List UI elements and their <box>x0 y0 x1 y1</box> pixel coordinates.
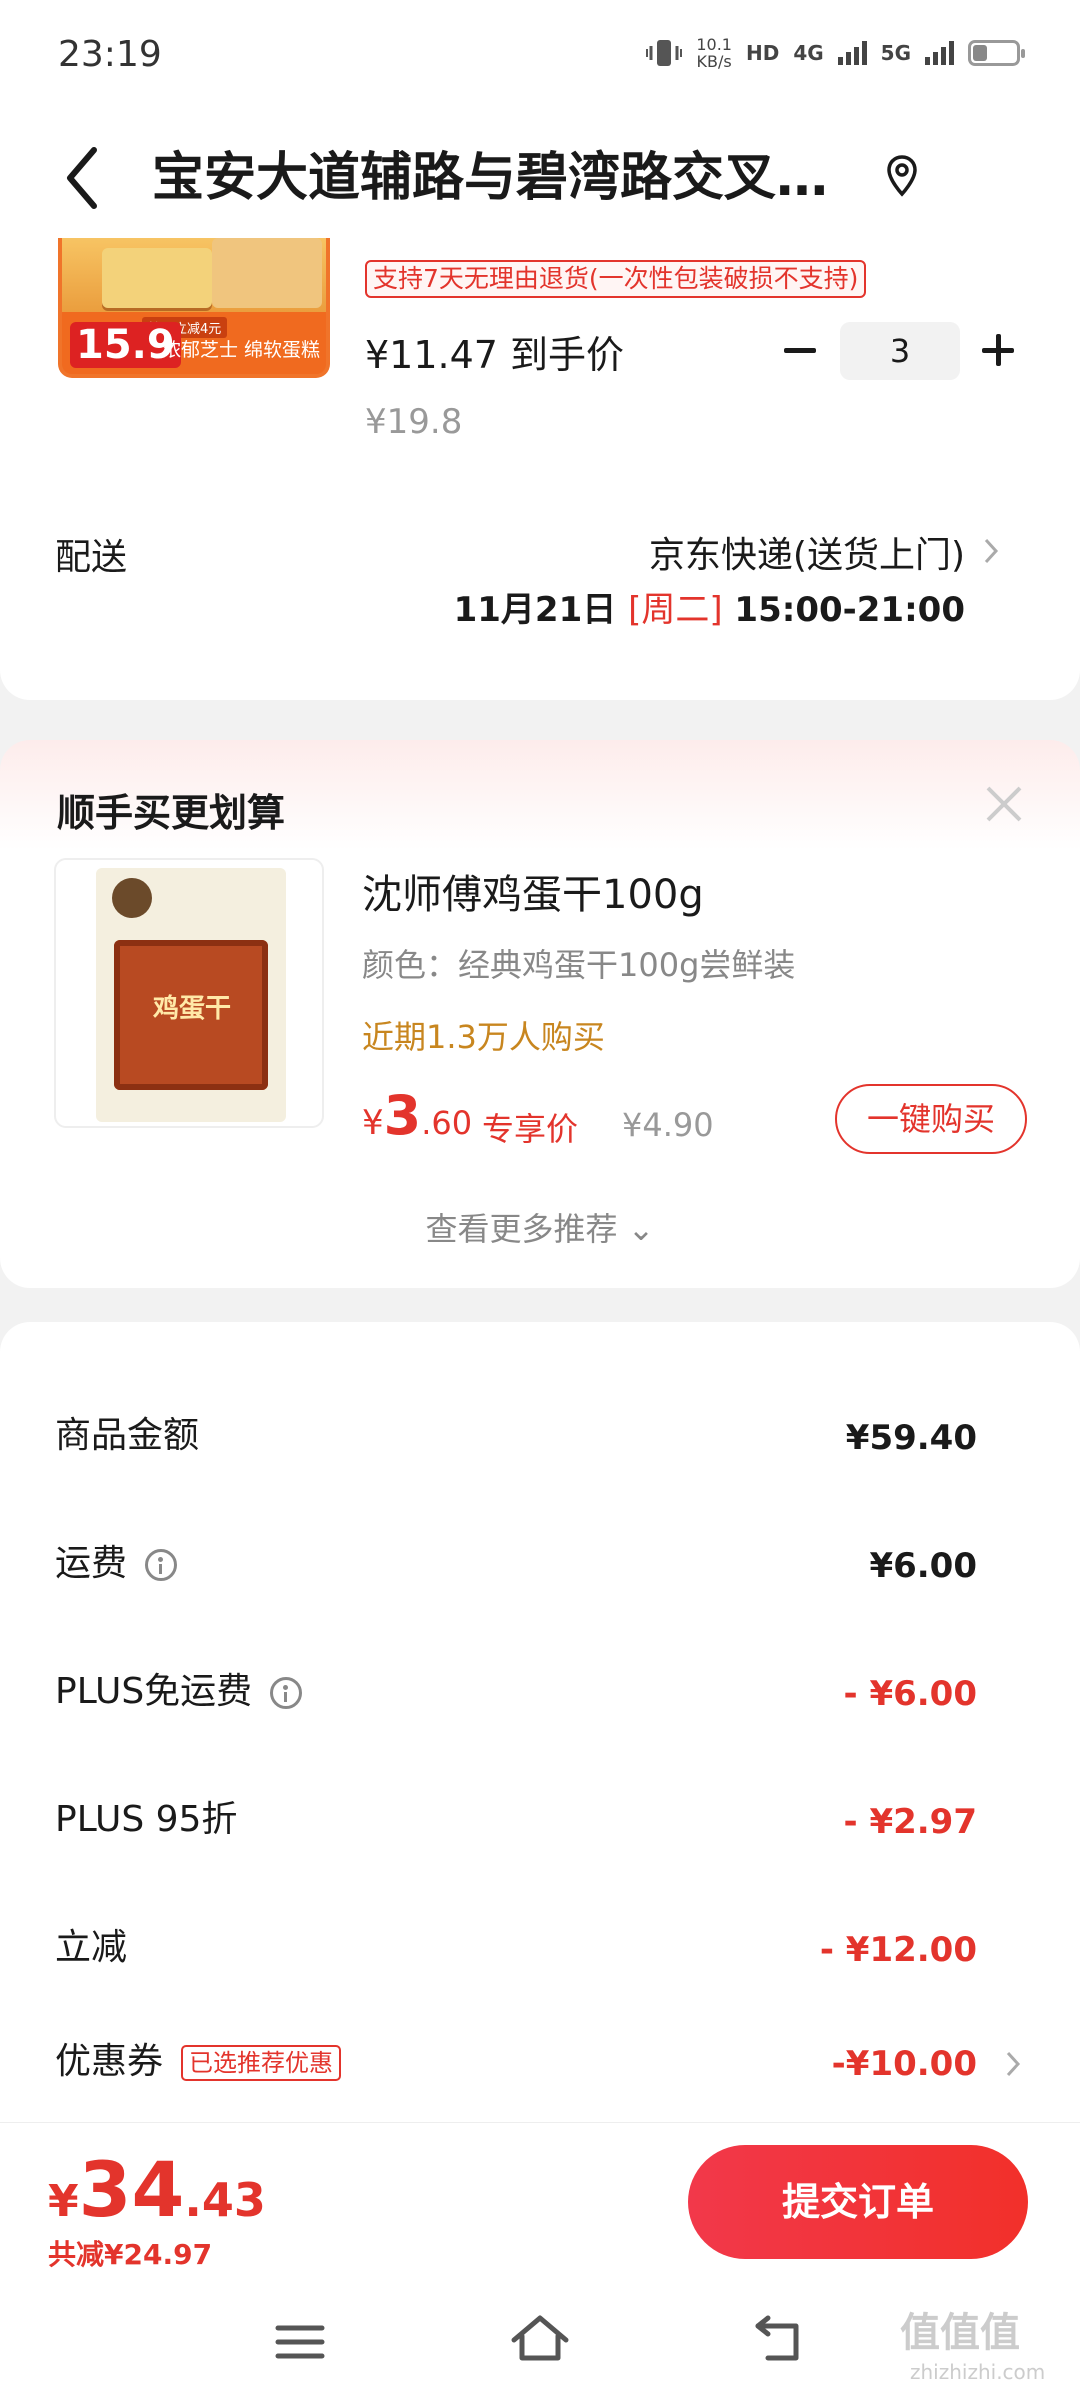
summary-value: - ¥6.00 <box>843 1674 978 1714</box>
shipping-date: 11月21日 <box>453 590 629 630</box>
shipping-chevron-right-icon[interactable] <box>982 536 1000 566</box>
total-int: 34 <box>78 2145 185 2234</box>
increase-quantity-button[interactable] <box>968 320 1030 382</box>
submit-order-button[interactable]: 提交订单 <box>688 2145 1028 2259</box>
status-bar: 23:19 10.1 KB/s HD 4G 5G <box>0 0 1080 118</box>
network-type-2: 5G <box>880 41 911 65</box>
product-image[interactable]: 拍下立减4元 15.9 浓郁芝士 绵软蛋糕 <box>58 238 330 378</box>
summary-label-text: 运费 <box>55 1543 128 1584</box>
summary-value: ¥59.40 <box>845 1418 977 1458</box>
checkout-bar: ¥34.43 共减¥24.97 提交订单 <box>0 2122 1080 2282</box>
shipping-time-slot: 15:00-21:00 <box>722 590 965 630</box>
price-summary-card: 商品金额 ¥59.40 运费 ¥6.00 PLUS免运费 - ¥6.00 PLU… <box>0 1322 1080 2122</box>
header: 宝安大道辅路与碧湾路交叉… <box>0 118 1080 238</box>
summary-label: 运费 <box>55 1536 178 1592</box>
total-currency: ¥ <box>48 2176 79 2227</box>
one-click-buy-button[interactable]: 一键购买 <box>835 1084 1027 1154</box>
network-type-1: 4G <box>793 41 824 65</box>
original-price: ¥19.8 <box>365 402 463 442</box>
decrease-quantity-button[interactable] <box>770 320 832 382</box>
coupon-chevron-right-icon[interactable] <box>1004 2049 1022 2079</box>
product-image-pastry <box>212 238 322 308</box>
brand-portrait <box>112 878 152 918</box>
address-title[interactable]: 宝安大道辅路与碧湾路交叉… <box>152 142 872 214</box>
summary-label: 立减 <box>55 1927 128 1968</box>
summary-label: PLUS 95折 <box>55 1799 238 1840</box>
back-icon[interactable] <box>748 2306 812 2370</box>
total-saved: 共减¥24.97 <box>48 2238 213 2271</box>
summary-value: -¥10.00 <box>831 2044 977 2084</box>
info-icon[interactable] <box>145 1549 178 1581</box>
summary-value: - ¥12.00 <box>819 1930 977 1970</box>
home-icon[interactable] <box>508 2306 572 2370</box>
summary-row-shipping-fee: 运费 ¥6.00 <box>0 1536 1080 1596</box>
total-dec: .43 <box>184 2173 266 2227</box>
summary-label: 商品金额 <box>55 1415 200 1456</box>
shipping-weekday: [周二] <box>628 590 723 630</box>
more-recommendations-link[interactable]: 查看更多推荐 ⌄ <box>0 1204 1080 1250</box>
recommendation-price-int: 3 <box>383 1084 422 1147</box>
summary-row-instant-discount: 立减 - ¥12.00 <box>0 1920 1080 1980</box>
menu-icon[interactable] <box>268 2312 332 2372</box>
location-pin-icon[interactable] <box>885 154 919 198</box>
summary-label-text: 优惠券 <box>55 2041 164 2082</box>
recommendation-title: 顺手买更划算 <box>57 791 286 835</box>
hd-badge: HD <box>745 41 780 65</box>
vibrate-icon <box>646 40 683 66</box>
recommendation-name[interactable]: 沈师傅鸡蛋干100g <box>362 862 704 920</box>
recommendation-price-dec: .60 <box>421 1104 473 1142</box>
summary-label: 优惠券 已选推荐优惠 <box>55 2034 342 2090</box>
shipping-time: 11月21日 [周二] 15:00-21:00 <box>454 582 965 631</box>
recommendation-image-label: 鸡蛋干 <box>152 994 231 1024</box>
network-speed: 10.1 KB/s <box>696 36 732 70</box>
recommendation-price-currency: ¥ <box>362 1103 384 1143</box>
battery-icon <box>968 40 1025 66</box>
signal-icon-2 <box>925 41 954 65</box>
recommendation-original-price: ¥4.90 <box>622 1106 714 1144</box>
summary-value: - ¥2.97 <box>843 1802 978 1842</box>
recommendation-spec: 颜色：经典鸡蛋干100g尝鲜装 <box>362 946 796 984</box>
recommendation-image[interactable]: 鸡蛋干 <box>54 858 324 1128</box>
return-policy-tag: 支持7天无理由退货(一次性包装破损不支持) <box>365 260 867 298</box>
quantity-stepper: 3 <box>770 320 1030 382</box>
watermark-url: zhizhizhi.com <box>910 2360 1046 2384</box>
signal-icon-1 <box>837 41 867 65</box>
status-time: 23:19 <box>58 34 162 75</box>
coupon-tag: 已选推荐优惠 <box>181 2045 342 2081</box>
network-speed-value: 10.1 <box>696 35 732 54</box>
summary-label-text: PLUS免运费 <box>55 1671 253 1712</box>
recommendation-price: ¥3.60 <box>362 1084 472 1147</box>
product-card: 拍下立减4元 15.9 浓郁芝士 绵软蛋糕 支持7天无理由退货(一次性包装破损不… <box>0 238 1080 700</box>
shipping-label: 配送 <box>55 537 128 578</box>
close-icon[interactable] <box>982 782 1026 826</box>
status-icons: 10.1 KB/s HD 4G 5G <box>646 36 1025 70</box>
exclusive-price-tag: 专享价 <box>482 1110 579 1148</box>
summary-row-plus-discount: PLUS 95折 - ¥2.97 <box>0 1792 1080 1852</box>
shipping-method[interactable]: 京东快递(送货上门) <box>649 526 965 578</box>
product-image-slogan: 浓郁芝士 绵软蛋糕 <box>162 339 321 361</box>
quantity-input[interactable]: 3 <box>840 322 960 380</box>
watermark: 值值值 <box>900 2310 1020 2356</box>
network-speed-unit: KB/s <box>696 52 732 71</box>
product-image-toast <box>102 248 212 308</box>
final-price: ¥11.47 到手价 <box>365 333 625 377</box>
summary-row-coupon[interactable]: 优惠券 已选推荐优惠 -¥10.00 <box>0 2034 1080 2094</box>
recommendation-card: 顺手买更划算 鸡蛋干 沈师傅鸡蛋干100g 颜色：经典鸡蛋干100g尝鲜装 近期… <box>0 740 1080 1288</box>
summary-row-subtotal: 商品金额 ¥59.40 <box>0 1408 1080 1468</box>
info-icon[interactable] <box>270 1677 303 1709</box>
summary-label: PLUS免运费 <box>55 1664 303 1720</box>
total-price: ¥34.43 <box>48 2145 266 2234</box>
back-chevron-icon[interactable] <box>58 142 114 214</box>
recommendation-sales: 近期1.3万人购买 <box>362 1018 605 1056</box>
summary-row-plus-free-shipping: PLUS免运费 - ¥6.00 <box>0 1664 1080 1724</box>
summary-value: ¥6.00 <box>869 1546 977 1586</box>
